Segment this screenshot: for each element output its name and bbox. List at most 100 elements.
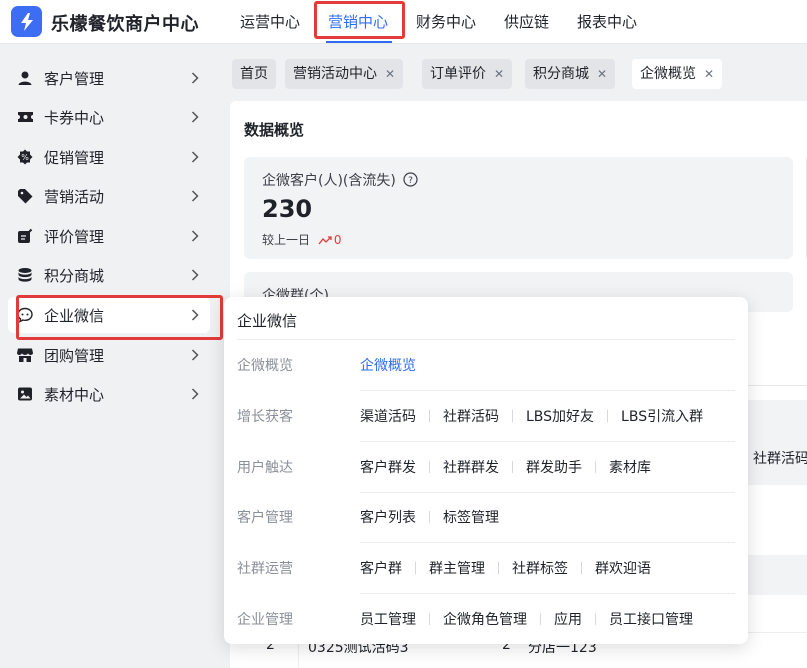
topnav-operations[interactable]: 运营中心 xyxy=(240,0,300,44)
chevron-right-icon xyxy=(188,229,202,243)
menu-staff-api[interactable]: 员工接口管理 xyxy=(609,609,693,629)
menu-group-welcome[interactable]: 群欢迎语 xyxy=(595,558,651,578)
sidebar-item-materials[interactable]: 素材中心 xyxy=(8,376,210,412)
close-icon[interactable]: ✕ xyxy=(597,59,607,89)
group-overview-items: 企微概览 xyxy=(360,355,416,375)
sidebar-item-label: 团购管理 xyxy=(44,346,105,365)
chevron-right-icon xyxy=(188,150,202,164)
menu-wecom-overview[interactable]: 企微概览 xyxy=(360,355,416,375)
help-icon[interactable]: ? xyxy=(403,172,418,187)
divider xyxy=(237,339,735,340)
separator xyxy=(540,613,541,625)
svg-text:%: % xyxy=(21,153,29,162)
stat-card-customers: 企微客户(人)(含流失) ? 230 较上一日 0 xyxy=(244,157,793,259)
tab-label: 积分商城 xyxy=(533,66,589,82)
separator xyxy=(429,410,430,422)
close-icon[interactable]: ✕ xyxy=(385,59,395,89)
chevron-right-icon xyxy=(188,387,202,401)
flyout-title: 企业微信 xyxy=(237,312,298,330)
image-icon xyxy=(16,385,34,403)
active-nav-underline xyxy=(326,41,392,43)
chevron-right-icon xyxy=(188,189,202,203)
group-community-ops: 社群运营 xyxy=(237,561,293,577)
menu-staff-management[interactable]: 员工管理 xyxy=(360,609,416,629)
group-growth-items: 渠道活码 社群活码 LBS加好友 LBS引流入群 xyxy=(360,406,703,426)
sidebar-item-group-buying[interactable]: 团购管理 xyxy=(8,337,210,373)
ticket-icon xyxy=(16,108,34,126)
menu-customer-broadcast[interactable]: 客户群发 xyxy=(360,457,416,477)
separator xyxy=(429,613,430,625)
close-icon[interactable]: ✕ xyxy=(704,59,714,89)
menu-wecom-roles[interactable]: 企微角色管理 xyxy=(443,609,527,629)
stat-value: 230 xyxy=(262,195,313,223)
menu-community-qrcode[interactable]: 社群活码 xyxy=(443,406,499,426)
group-enterprise-mgmt-items: 员工管理 企微角色管理 应用 员工接口管理 xyxy=(360,609,693,629)
separator xyxy=(498,562,499,574)
user-icon xyxy=(16,69,34,87)
chevron-right-icon xyxy=(188,268,202,282)
close-icon[interactable]: ✕ xyxy=(494,59,504,89)
separator xyxy=(595,613,596,625)
stat-label-text: 企微客户(人)(含流失) xyxy=(262,173,396,189)
coins-icon xyxy=(16,266,34,284)
wecom-flyout-menu: 企业微信 企微概览 企微概览 增长获客 渠道活码 社群活码 LBS加好友 LBS… xyxy=(224,297,748,644)
stat-label: 企微客户(人)(含流失) ? xyxy=(262,170,418,190)
tab-label: 订单评价 xyxy=(430,66,486,82)
group-community-ops-items: 客户群 群主管理 社群标签 群欢迎语 xyxy=(360,558,651,578)
sidebar-item-customers[interactable]: 客户管理 xyxy=(8,60,210,96)
menu-community-broadcast[interactable]: 社群群发 xyxy=(443,457,499,477)
background-panel xyxy=(748,400,807,485)
menu-community-tags[interactable]: 社群标签 xyxy=(512,558,568,578)
sidebar-item-campaigns[interactable]: 营销活动 xyxy=(8,178,210,214)
delta-value: 0 xyxy=(318,233,342,247)
menu-apps[interactable]: 应用 xyxy=(554,609,582,629)
review-icon xyxy=(16,227,34,245)
menu-lbs-join-group[interactable]: LBS引流入群 xyxy=(621,406,703,426)
tab-points-mall[interactable]: 积分商城 ✕ xyxy=(525,59,616,89)
tab-label: 企微概览 xyxy=(640,66,696,82)
sidebar-item-coupons[interactable]: 卡券中心 xyxy=(8,99,210,135)
tab-order-reviews[interactable]: 订单评价 ✕ xyxy=(422,59,513,89)
page-tabs: 首页 营销活动中心 ✕ 订单评价 ✕ 积分商城 ✕ 企微概览 ✕ xyxy=(218,45,807,97)
topnav-reports[interactable]: 报表中心 xyxy=(577,0,637,44)
group-growth: 增长获客 xyxy=(237,409,293,425)
chevron-right-icon xyxy=(188,110,202,124)
menu-tag-management[interactable]: 标签管理 xyxy=(443,507,499,527)
topnav-supply-chain[interactable]: 供应链 xyxy=(504,0,549,44)
table-header-bg xyxy=(748,555,807,595)
divider xyxy=(748,385,807,386)
menu-lbs-add-friend[interactable]: LBS加好友 xyxy=(526,406,594,426)
menu-customer-list[interactable]: 客户列表 xyxy=(360,507,416,527)
sidebar-item-label: 促销管理 xyxy=(44,148,105,167)
sidebar-item-reviews[interactable]: 评价管理 xyxy=(8,218,210,254)
separator xyxy=(429,461,430,473)
sidebar-item-promotions[interactable]: % 促销管理 xyxy=(8,139,210,175)
sidebar-item-label: 营销活动 xyxy=(44,187,105,206)
group-enterprise-mgmt: 企业管理 xyxy=(237,612,293,628)
tab-wecom-overview[interactable]: 企微概览 ✕ xyxy=(632,59,723,89)
tab-label: 营销活动中心 xyxy=(293,66,377,82)
menu-group-owners[interactable]: 群主管理 xyxy=(429,558,485,578)
compare-label: 较上一日 xyxy=(262,233,311,247)
tab-campaign-center[interactable]: 营销活动中心 ✕ xyxy=(285,59,404,89)
sidebar: 客户管理 卡券中心 % 促销管理 营销活动 评价管理 积分商城 企业微信 团购管… xyxy=(0,45,218,668)
tab-home[interactable]: 首页 xyxy=(232,59,276,89)
tab-label: 首页 xyxy=(240,66,268,82)
svg-text:?: ? xyxy=(408,176,413,186)
menu-channel-qrcode[interactable]: 渠道活码 xyxy=(360,406,416,426)
menu-customer-groups[interactable]: 客户群 xyxy=(360,558,402,578)
menu-material-library[interactable]: 素材库 xyxy=(609,457,651,477)
highlight-marketing-nav xyxy=(314,1,405,39)
separator xyxy=(415,562,416,574)
sidebar-item-points-mall[interactable]: 积分商城 xyxy=(8,257,210,293)
separator xyxy=(581,562,582,574)
app-logo[interactable] xyxy=(11,6,42,37)
group-overview: 企微概览 xyxy=(237,358,293,374)
menu-broadcast-assistant[interactable]: 群发助手 xyxy=(526,457,582,477)
delta-number: 0 xyxy=(333,233,342,247)
tag-icon xyxy=(16,187,34,205)
gear-badge-icon: % xyxy=(16,148,34,166)
topnav-finance[interactable]: 财务中心 xyxy=(416,0,476,44)
store-icon xyxy=(16,346,34,364)
separator xyxy=(429,511,430,523)
